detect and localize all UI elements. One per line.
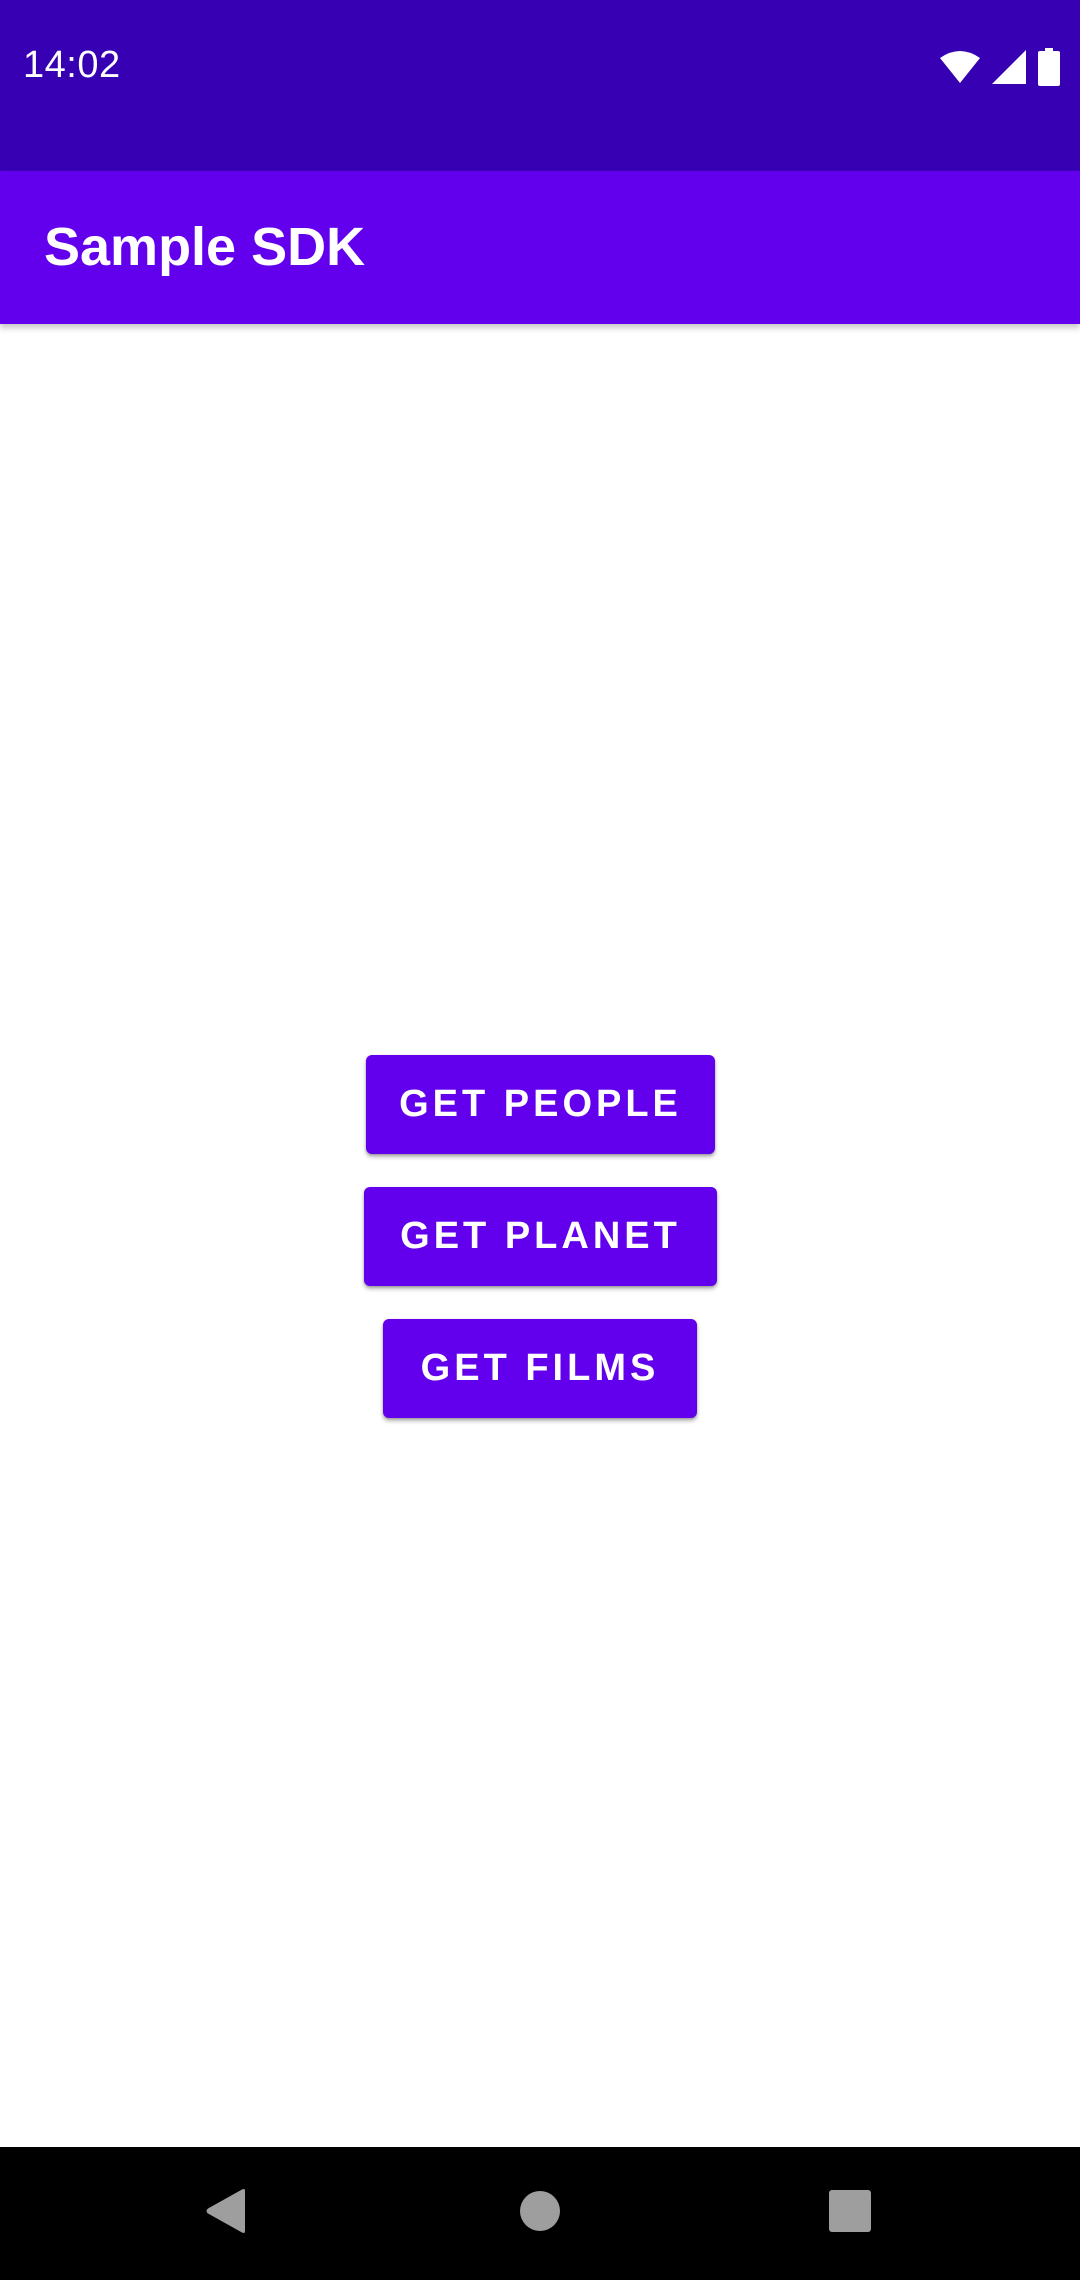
home-icon	[519, 2190, 561, 2237]
back-icon	[205, 2188, 247, 2239]
app-title: Sample SDK	[44, 217, 366, 277]
app-bar: Sample SDK	[0, 171, 1080, 324]
recents-icon	[829, 2190, 871, 2237]
cell-signal-icon	[992, 50, 1026, 84]
main-content: GET PEOPLE GET PLANET GET FILMS	[0, 324, 1080, 2147]
get-planet-button[interactable]: GET PLANET	[364, 1187, 717, 1286]
status-time: 14:02	[23, 44, 121, 86]
status-bar: 14:02	[0, 0, 1080, 171]
back-button[interactable]	[146, 2147, 306, 2280]
status-icons	[940, 48, 1060, 86]
get-films-button[interactable]: GET FILMS	[383, 1319, 697, 1418]
recents-button[interactable]	[770, 2147, 930, 2280]
home-button[interactable]	[460, 2147, 620, 2280]
battery-icon	[1038, 48, 1060, 86]
wifi-icon	[940, 50, 980, 84]
navigation-bar	[0, 2147, 1080, 2280]
app-screen: 14:02 Sample SDK GET PEOPLE GET PLANET G…	[0, 0, 1080, 2280]
get-people-button[interactable]: GET PEOPLE	[366, 1055, 715, 1154]
